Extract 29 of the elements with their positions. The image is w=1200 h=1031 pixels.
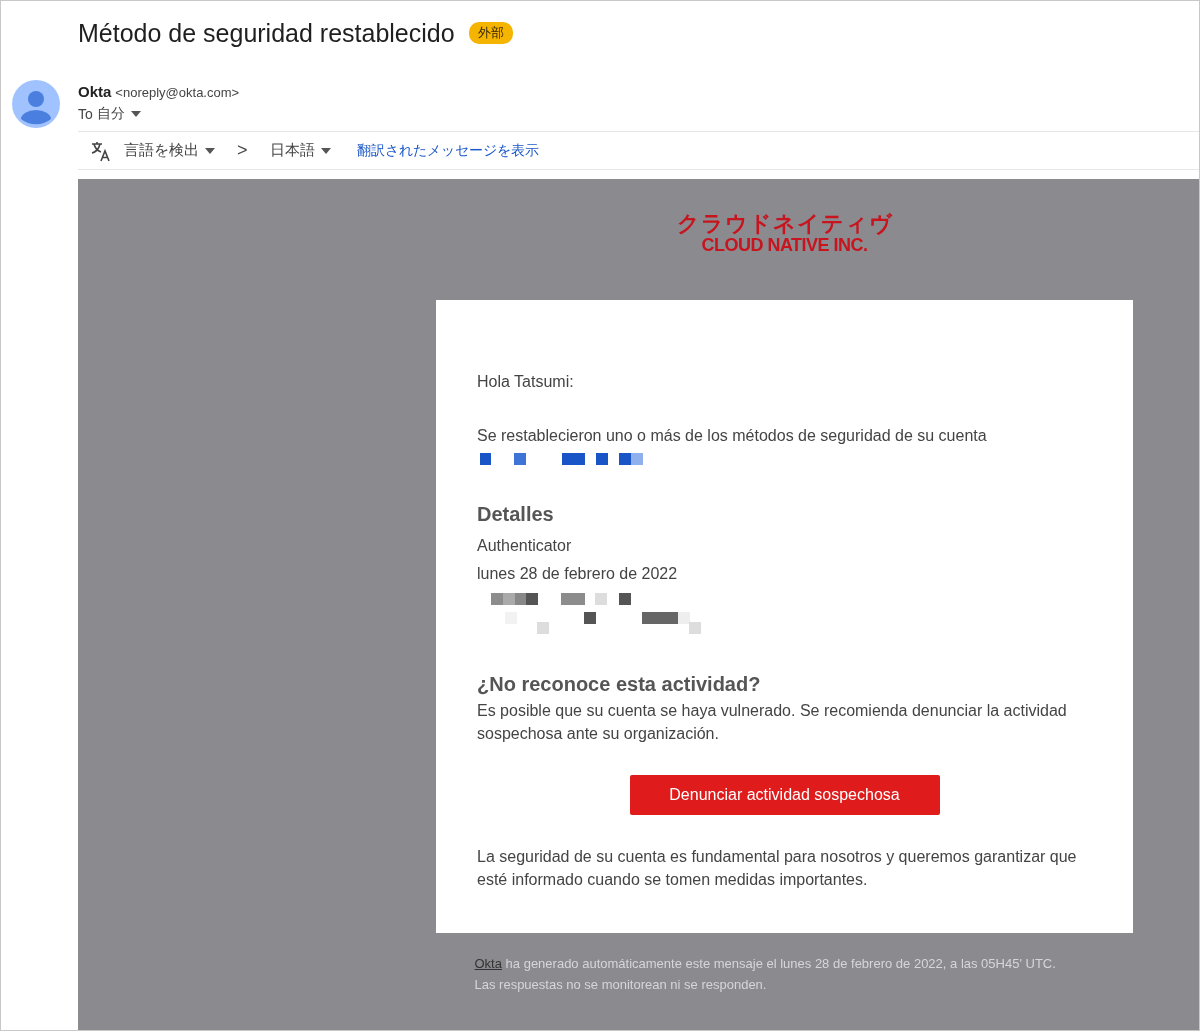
question-heading: ¿No reconoce esta actividad?: [477, 673, 762, 696]
closing-text: La seguridad de su cuenta es fundamental para nosotros y queremos garantizar que esté informado cuando se tomen medidas importantes.: [477, 847, 1078, 890]
detail-line: Authenticator: [477, 536, 573, 556]
avatar-icon: [12, 80, 60, 128]
detail-line: lunes 28 de febrero de 2022: [477, 564, 679, 584]
logo-wordmark: CLOUD NATIVE INC.: [701, 236, 868, 254]
caret-icon: [205, 147, 215, 154]
target-language-dropdown[interactable]: 日本語: [265, 141, 335, 160]
sender-address: <noreply@okta.com>: [115, 85, 240, 100]
translate-icon: [90, 139, 112, 162]
details-heading: Detalles: [477, 503, 555, 526]
intro-text: Se restablecieron uno o más de los métodos de seguridad de su cuenta: [477, 426, 988, 446]
logo-katakana: クラウドネイティヴ: [676, 213, 893, 235]
external-label: 外部: [468, 22, 513, 44]
caret-icon: [130, 111, 141, 117]
okta-link[interactable]: Okta: [474, 956, 502, 971]
report-button[interactable]: Denunciar actividad sospechosa: [629, 775, 940, 815]
email-subject: Método de seguridad restablecido: [78, 18, 455, 48]
show-translation-link[interactable]: 翻訳されたメッセージを表示: [356, 141, 539, 160]
footer-text: Okta ha generado automáticamente este mensaje el lunes 28 de febrero de 2022, a las 05H45' UTC.: [474, 956, 1056, 971]
caret-icon: [320, 147, 331, 154]
question-text: Es posible que su cuenta se haya vulnerado. Se recomienda denunciar la actividad sospechosa ante su organización.: [477, 701, 1068, 744]
source-language-dropdown[interactable]: 言語を検出: [120, 141, 219, 160]
sender-name: Okta: [78, 83, 112, 100]
arrow-glyph: >: [237, 140, 248, 161]
recipient-dropdown[interactable]: 自分: [96, 105, 141, 123]
recipient-label: To: [78, 106, 93, 122]
greeting: Hola Tatsumi:: [477, 372, 575, 392]
footer-note: Las respuestas no se monitorean ni se responden.: [474, 976, 768, 994]
